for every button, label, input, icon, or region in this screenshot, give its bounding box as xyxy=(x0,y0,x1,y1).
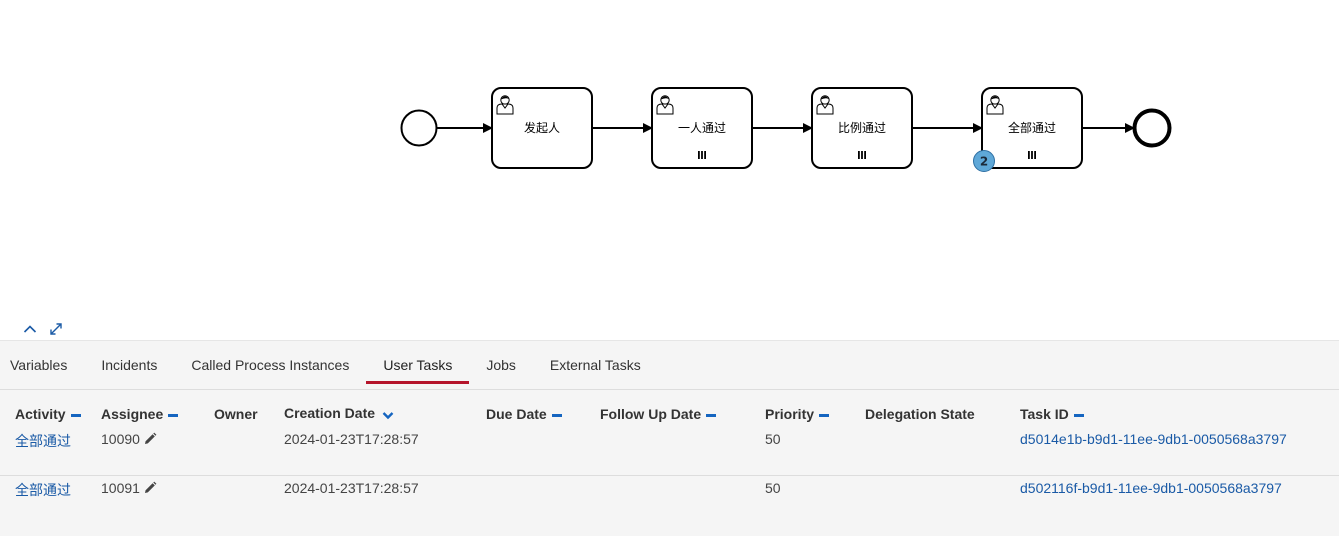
assignee-value: 10090 xyxy=(101,431,140,447)
column-header-creation-date[interactable]: Creation Date xyxy=(284,401,486,427)
activity-link[interactable]: 全部通过 xyxy=(15,482,71,498)
user-task[interactable]: 发起人 xyxy=(491,87,593,169)
sort-icon[interactable] xyxy=(1073,413,1084,417)
multi-instance-icon xyxy=(698,151,706,159)
tab-jobs[interactable]: Jobs xyxy=(469,341,533,389)
sort-icon[interactable] xyxy=(70,413,81,417)
pencil-icon[interactable] xyxy=(143,481,157,498)
task-id-link[interactable]: d502116f-b9d1-11ee-9db1-0050568a3797 xyxy=(1020,480,1282,496)
task-id-link[interactable]: d5014e1b-b9d1-11ee-9db1-0050568a3797 xyxy=(1020,431,1287,447)
diagram-controls xyxy=(20,320,66,338)
column-header-priority[interactable]: Priority xyxy=(765,401,865,427)
bpmn-canvas[interactable]: 发起人 一人通过 比例通过 全部通过 2 xyxy=(0,0,1339,320)
column-header-task-id[interactable]: Task ID xyxy=(1020,401,1339,427)
tab-variables[interactable]: Variables xyxy=(0,341,84,389)
creation-date-value: 2024-01-23T17:28:57 xyxy=(284,480,419,496)
badge-count: 2 xyxy=(980,155,988,169)
column-header-due-date[interactable]: Due Date xyxy=(486,401,600,427)
table-row: 全部通过 10091 2024-01-23T17:28:57 50 d50211… xyxy=(0,475,1339,524)
sort-icon[interactable] xyxy=(551,413,562,417)
multi-instance-icon xyxy=(1028,151,1036,159)
chevron-up-icon[interactable] xyxy=(20,320,40,338)
user-task[interactable]: 全部通过 2 xyxy=(973,87,1083,172)
creation-date-value: 2024-01-23T17:28:57 xyxy=(284,431,419,447)
table-header-row: Activity Assignee Owner Creation Date Du… xyxy=(0,401,1339,427)
column-header-follow-up-date[interactable]: Follow Up Date xyxy=(600,401,765,427)
details-panel: Variables Incidents Called Process Insta… xyxy=(0,340,1339,536)
pencil-icon[interactable] xyxy=(143,432,157,449)
tab-external-tasks[interactable]: External Tasks xyxy=(533,341,658,389)
start-event[interactable] xyxy=(400,109,438,147)
priority-value: 50 xyxy=(765,480,781,496)
sort-icon[interactable] xyxy=(168,413,179,417)
user-task[interactable]: 比例通过 xyxy=(811,87,913,169)
tab-user-tasks[interactable]: User Tasks xyxy=(366,341,470,389)
sort-descending-icon[interactable] xyxy=(382,407,394,423)
column-header-owner: Owner xyxy=(214,406,258,422)
task-label: 全部通过 xyxy=(1008,120,1056,135)
column-header-activity[interactable]: Activity xyxy=(0,401,101,427)
task-label: 比例通过 xyxy=(838,121,886,135)
tab-bar: Variables Incidents Called Process Insta… xyxy=(0,341,1339,390)
sort-icon[interactable] xyxy=(706,413,717,417)
multi-instance-icon xyxy=(858,151,866,159)
user-tasks-table: Activity Assignee Owner Creation Date Du… xyxy=(0,401,1339,524)
task-label: 发起人 xyxy=(524,120,560,135)
priority-value: 50 xyxy=(765,431,781,447)
expand-icon[interactable] xyxy=(46,320,66,338)
task-label: 一人通过 xyxy=(678,121,726,135)
column-header-assignee[interactable]: Assignee xyxy=(101,401,214,427)
bpmn-diagram[interactable]: 发起人 一人通过 比例通过 全部通过 2 xyxy=(0,0,1339,340)
column-header-delegation-state: Delegation State xyxy=(865,406,975,422)
end-event[interactable] xyxy=(1132,108,1172,148)
assignee-value: 10091 xyxy=(101,480,140,496)
table-row: 全部通过 10090 2024-01-23T17:28:57 50 d5014e… xyxy=(0,427,1339,476)
user-task[interactable]: 一人通过 xyxy=(651,87,753,169)
sort-icon[interactable] xyxy=(819,413,830,417)
instance-count-badge[interactable]: 2 xyxy=(973,150,995,172)
tab-called-process-instances[interactable]: Called Process Instances xyxy=(174,341,366,389)
activity-link[interactable]: 全部通过 xyxy=(15,433,71,449)
tab-incidents[interactable]: Incidents xyxy=(84,341,174,389)
